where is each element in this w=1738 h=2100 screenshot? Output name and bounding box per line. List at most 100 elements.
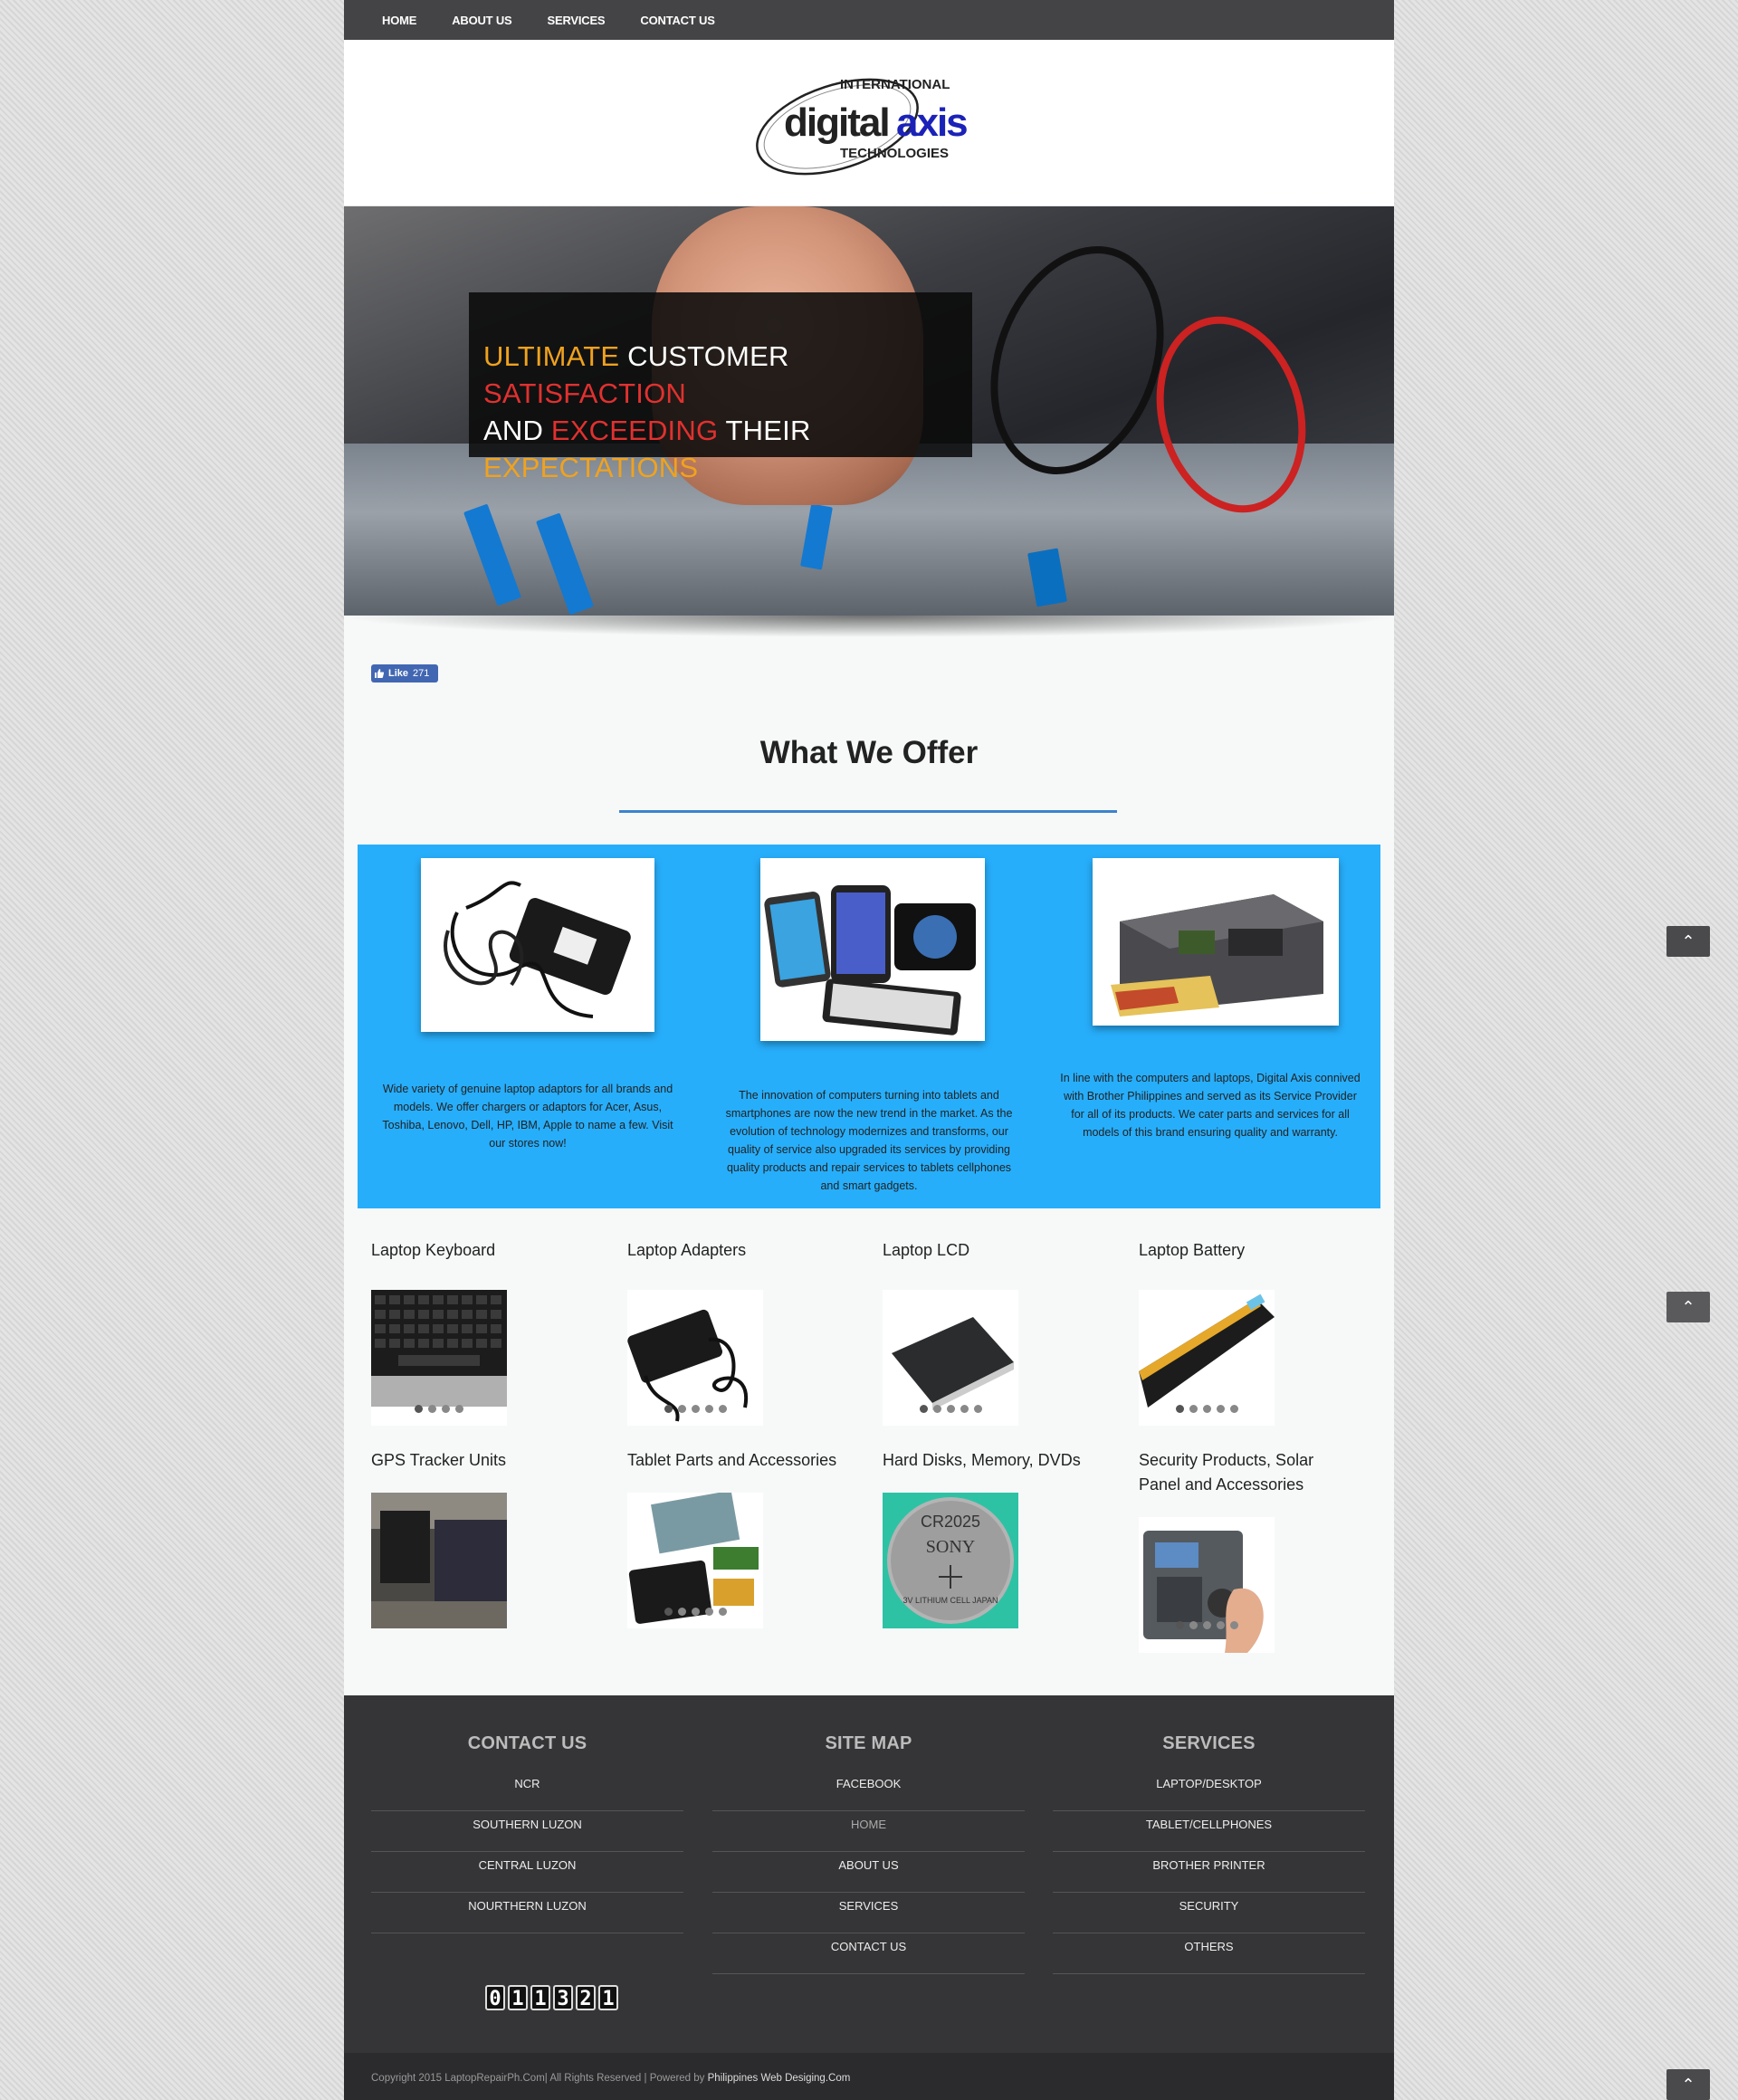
footer-link-ncr[interactable]: NCR (371, 1771, 683, 1811)
hero-text-segment: THEIR (725, 415, 811, 446)
product-title[interactable]: GPS Tracker Units (371, 1448, 588, 1473)
product-title[interactable]: Laptop Keyboard (371, 1238, 588, 1263)
product-laptop-keyboard[interactable]: Laptop Keyboard (371, 1238, 588, 1426)
hero-line-2: AND EXCEEDING THEIR EXPECTATIONS (483, 412, 972, 486)
offer-panel: Wide variety of genuine laptop adaptors … (358, 845, 1380, 1208)
svg-text:axis: axis (896, 100, 967, 145)
nav-contact-us[interactable]: CONTACT US (635, 14, 720, 27)
like-count: 271 (413, 668, 430, 679)
counter-digit: 3 (553, 1985, 573, 2010)
footer-heading: CONTACT US (467, 1733, 587, 1753)
coin-battery-image[interactable]: CR2025 SONY 3V LITHIUM CELL JAPAN (883, 1493, 1018, 1628)
like-label: Like (388, 668, 409, 679)
footer-link-contact-us[interactable]: CONTACT US (712, 1933, 1025, 1974)
gps-image[interactable] (371, 1493, 507, 1628)
battery-image[interactable] (1139, 1290, 1275, 1426)
footer-link-services[interactable]: SERVICES (712, 1893, 1025, 1933)
offer-card-text: In line with the computers and laptops, … (1060, 1072, 1361, 1139)
svg-text:digital: digital (784, 100, 889, 145)
nav-services[interactable]: SERVICES (542, 14, 611, 27)
nav-home[interactable]: HOME (377, 14, 422, 27)
footer-heading: SITE MAP (825, 1733, 912, 1753)
digital-axis-logo[interactable]: INTERNATIONAL digital axis TECHNOLOGIES (751, 71, 987, 179)
scroll-to-top-button[interactable]: ⌃ (1666, 2069, 1710, 2100)
svg-text:SONY: SONY (926, 1537, 975, 1557)
footer-heading: SERVICES (1162, 1733, 1256, 1753)
svg-text:TECHNOLOGIES: TECHNOLOGIES (840, 146, 949, 161)
hero-text-segment: EXPECTATIONS (483, 452, 699, 483)
footer-link-home[interactable]: HOME (712, 1811, 1025, 1852)
product-hard-disks[interactable]: Hard Disks, Memory, DVDs CR2025 SONY 3V … (883, 1448, 1100, 1628)
laptop-adapter-image (421, 858, 654, 1032)
hero-banner-text: ULTIMATE CUSTOMER SATISFACTION AND EXCEE… (469, 292, 972, 483)
scroll-to-top-button[interactable]: ⌃ (1666, 926, 1710, 957)
product-title[interactable]: Security Products, Solar Panel and Acces… (1139, 1448, 1356, 1497)
site-header: INTERNATIONAL digital axis TECHNOLOGIES (344, 40, 1394, 206)
carousel-dots[interactable] (627, 1608, 763, 1616)
footer-sitemap-column: SITE MAP FACEBOOK HOME ABOUT US SERVICES… (712, 1733, 1025, 1974)
site-footer: CONTACT US NCR SOUTHERN LUZON CENTRAL LU… (344, 1695, 1394, 2053)
product-gps-tracker[interactable]: GPS Tracker Units (371, 1448, 588, 1628)
hero-text-segment: SATISFACTION (483, 377, 687, 409)
lcd-image[interactable] (883, 1290, 1018, 1426)
product-laptop-adapters[interactable]: Laptop Adapters (627, 1238, 845, 1426)
carousel-dots[interactable] (627, 1405, 763, 1413)
footer-link-northern-luzon[interactable]: NOURTHERN LUZON (371, 1893, 683, 1933)
footer-link-southern-luzon[interactable]: SOUTHERN LUZON (371, 1811, 683, 1852)
powered-by-link[interactable]: Philippines Web Desiging.Com (708, 2073, 851, 2084)
adapter-image[interactable] (627, 1290, 763, 1426)
top-navigation: HOME ABOUT US SERVICES CONTACT US (344, 0, 1394, 40)
offer-card-tablets: The innovation of computers turning into… (699, 845, 1039, 1208)
page-wrapper: HOME ABOUT US SERVICES CONTACT US INTERN… (344, 0, 1394, 2100)
scroll-to-top-button[interactable]: ⌃ (1666, 1292, 1710, 1322)
title-underline (619, 810, 1117, 813)
carousel-dots[interactable] (883, 1405, 1018, 1413)
chevron-up-icon: ⌃ (1681, 2076, 1695, 2094)
footer-link-brother-printer[interactable]: BROTHER PRINTER (1053, 1852, 1365, 1893)
nav-about-us[interactable]: ABOUT US (446, 14, 517, 27)
product-title[interactable]: Tablet Parts and Accessories (627, 1448, 845, 1473)
product-title[interactable]: Laptop Battery (1139, 1238, 1356, 1263)
offer-card-text: The innovation of computers turning into… (725, 1089, 1013, 1192)
product-title[interactable]: Laptop LCD (883, 1238, 1100, 1263)
footer-link-security[interactable]: SECURITY (1053, 1893, 1365, 1933)
product-tablet-parts[interactable]: Tablet Parts and Accessories (627, 1448, 845, 1628)
footer-services-column: SERVICES LAPTOP/DESKTOP TABLET/CELLPHONE… (1053, 1733, 1365, 1974)
carousel-dots[interactable] (1139, 1621, 1275, 1629)
carousel-dots[interactable] (371, 1405, 507, 1413)
carousel-dots[interactable] (1139, 1405, 1275, 1413)
counter-digit: 2 (576, 1985, 596, 2010)
footer-link-laptop-desktop[interactable]: LAPTOP/DESKTOP (1053, 1771, 1365, 1811)
biometric-image[interactable] (1139, 1517, 1275, 1653)
hero-text-segment: ULTIMATE (483, 340, 628, 372)
chevron-up-icon: ⌃ (1681, 932, 1695, 950)
footer-link-central-luzon[interactable]: CENTRAL LUZON (371, 1852, 683, 1893)
counter-digit: 1 (508, 1985, 528, 2010)
product-laptop-lcd[interactable]: Laptop LCD (883, 1238, 1100, 1426)
facebook-like-button[interactable]: Like 271 (371, 664, 438, 682)
footer-link-tablet-cellphones[interactable]: TABLET/CELLPHONES (1053, 1811, 1365, 1852)
footer-link-facebook[interactable]: FACEBOOK (712, 1771, 1025, 1811)
footer-link-others[interactable]: OTHERS (1053, 1933, 1365, 1974)
keyboard-image[interactable] (371, 1290, 507, 1426)
offer-card-text: Wide variety of genuine laptop adaptors … (382, 1083, 673, 1150)
counter-digit: 1 (530, 1985, 550, 2010)
brother-printer-image (1093, 858, 1339, 1026)
hero-line-1: ULTIMATE CUSTOMER SATISFACTION (483, 338, 972, 412)
svg-text:3V LITHIUM CELL JAPAN: 3V LITHIUM CELL JAPAN (902, 1596, 998, 1605)
tablet-parts-image[interactable] (627, 1493, 763, 1628)
thumbs-up-icon (375, 669, 384, 678)
counter-digit: 1 (598, 1985, 618, 2010)
product-laptop-battery[interactable]: Laptop Battery (1139, 1238, 1356, 1426)
footer-contact-column: CONTACT US NCR SOUTHERN LUZON CENTRAL LU… (371, 1733, 683, 2010)
section-title: What We Offer (759, 735, 979, 770)
footer-link-about-us[interactable]: ABOUT US (712, 1852, 1025, 1893)
product-title[interactable]: Hard Disks, Memory, DVDs (883, 1448, 1100, 1473)
counter-digit: 0 (485, 1985, 505, 2010)
product-title[interactable]: Laptop Adapters (627, 1238, 845, 1263)
copyright-bar: Copyright 2015 LaptopRepairPh.Com| All R… (344, 2053, 1394, 2100)
hero-slider[interactable]: ULTIMATE CUSTOMER SATISFACTION AND EXCEE… (344, 206, 1394, 616)
product-security[interactable]: Security Products, Solar Panel and Acces… (1139, 1448, 1356, 1653)
svg-text:INTERNATIONAL: INTERNATIONAL (840, 77, 950, 92)
visitor-counter: 0 1 1 3 2 1 (485, 1985, 618, 2010)
